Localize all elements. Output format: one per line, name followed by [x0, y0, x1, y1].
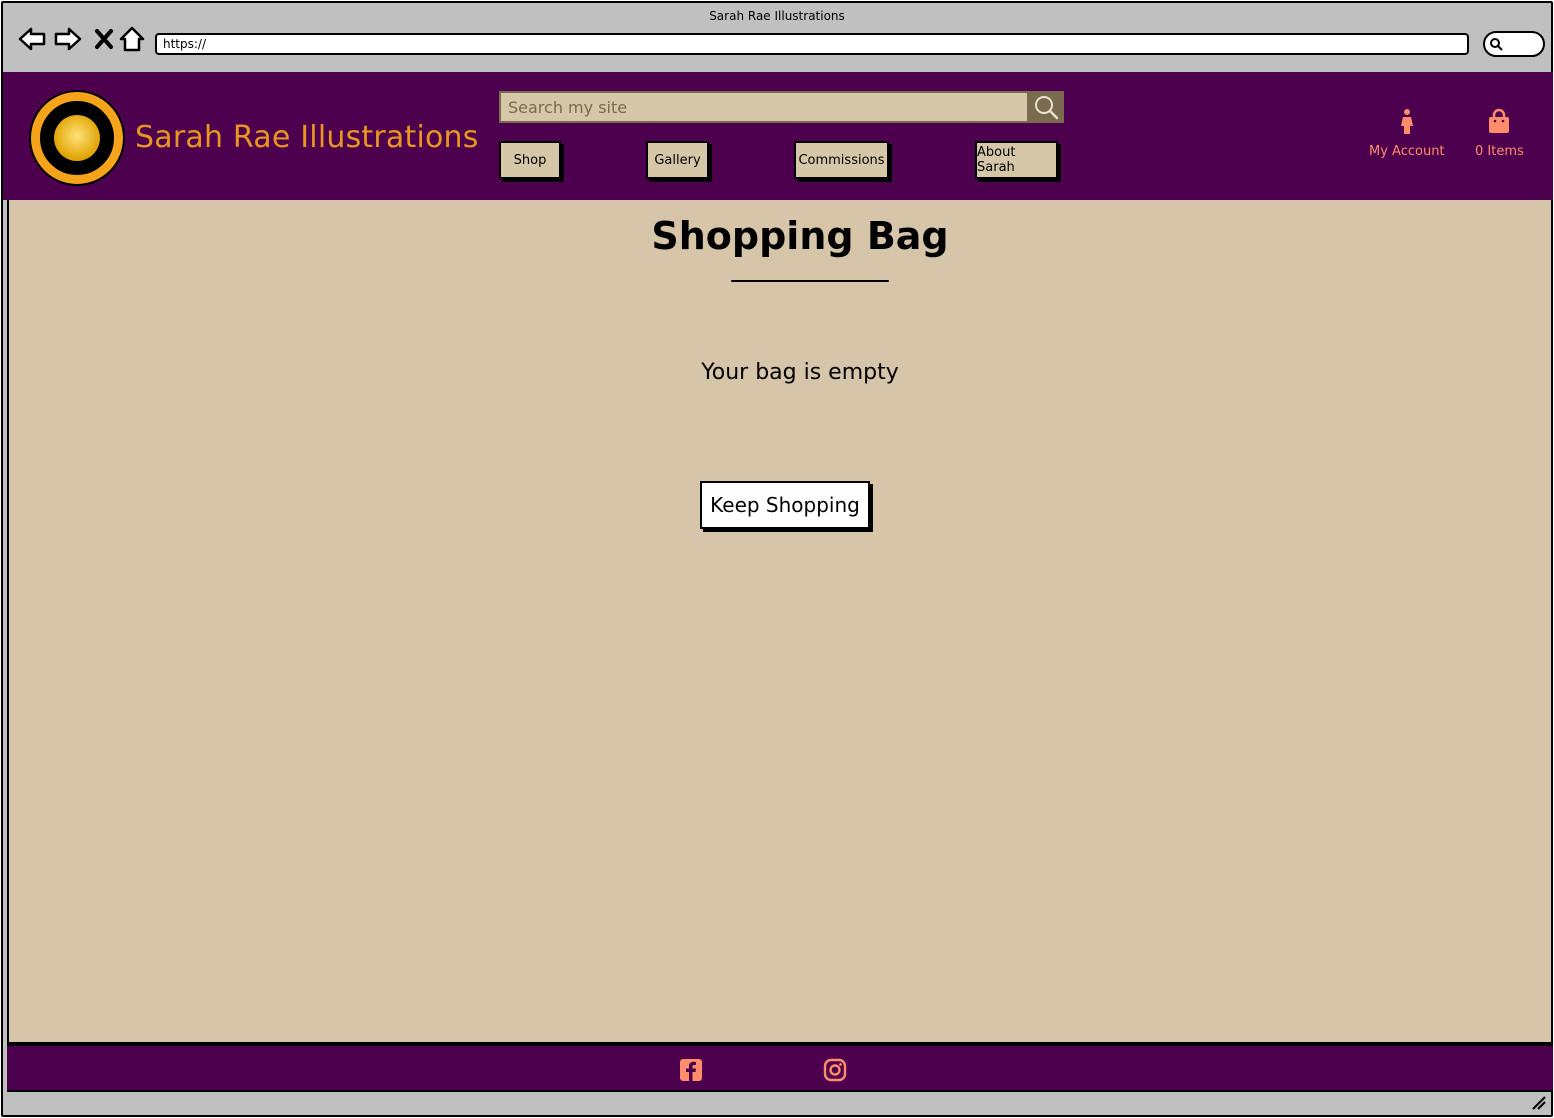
nav-shop[interactable]: Shop: [499, 141, 561, 179]
site-search: [499, 91, 1064, 123]
home-icon[interactable]: [117, 23, 147, 55]
nav-about-sarah[interactable]: About Sarah: [975, 141, 1058, 179]
shopping-bag-icon: [1489, 108, 1510, 133]
empty-bag-message: Your bag is empty: [701, 360, 899, 385]
search-input[interactable]: [499, 91, 1029, 123]
shopping-bag-link[interactable]: 0 Items: [1475, 108, 1524, 159]
facebook-icon[interactable]: [679, 1058, 703, 1082]
my-account-link[interactable]: My Account: [1369, 108, 1445, 159]
site-name[interactable]: Sarah Rae Illustrations: [135, 120, 479, 155]
site-footer: [7, 1044, 1553, 1092]
bag-count-label: 0 Items: [1475, 144, 1524, 159]
browser-search-box[interactable]: [1483, 31, 1545, 57]
page-title: Shopping Bag: [651, 214, 949, 258]
instagram-icon[interactable]: [823, 1058, 847, 1082]
site-header: Sarah Rae Illustrations Shop Gallery Com…: [3, 72, 1553, 200]
site-logo[interactable]: [29, 90, 125, 186]
forward-arrow-icon[interactable]: [53, 23, 83, 55]
nav-commissions[interactable]: Commissions: [794, 141, 889, 179]
keep-shopping-button[interactable]: Keep Shopping: [700, 481, 870, 529]
person-icon: [1400, 109, 1413, 134]
url-bar[interactable]: https://: [155, 33, 1469, 55]
search-icon: [1034, 96, 1058, 120]
window-title: Sarah Rae Illustrations: [709, 9, 845, 23]
nav-gallery[interactable]: Gallery: [646, 141, 709, 179]
close-x-icon[interactable]: [89, 23, 119, 55]
resize-grip-icon[interactable]: [1531, 1095, 1547, 1111]
search-icon: [1490, 38, 1503, 51]
back-arrow-icon[interactable]: [17, 23, 47, 55]
browser-window: Sarah Rae Illustrations https:// Sarah R…: [1, 1, 1553, 1117]
search-button[interactable]: [1027, 91, 1064, 123]
title-underline: [731, 280, 889, 282]
main-content: Shopping Bag Your bag is empty Keep Shop…: [7, 200, 1553, 1044]
my-account-label: My Account: [1369, 144, 1445, 159]
